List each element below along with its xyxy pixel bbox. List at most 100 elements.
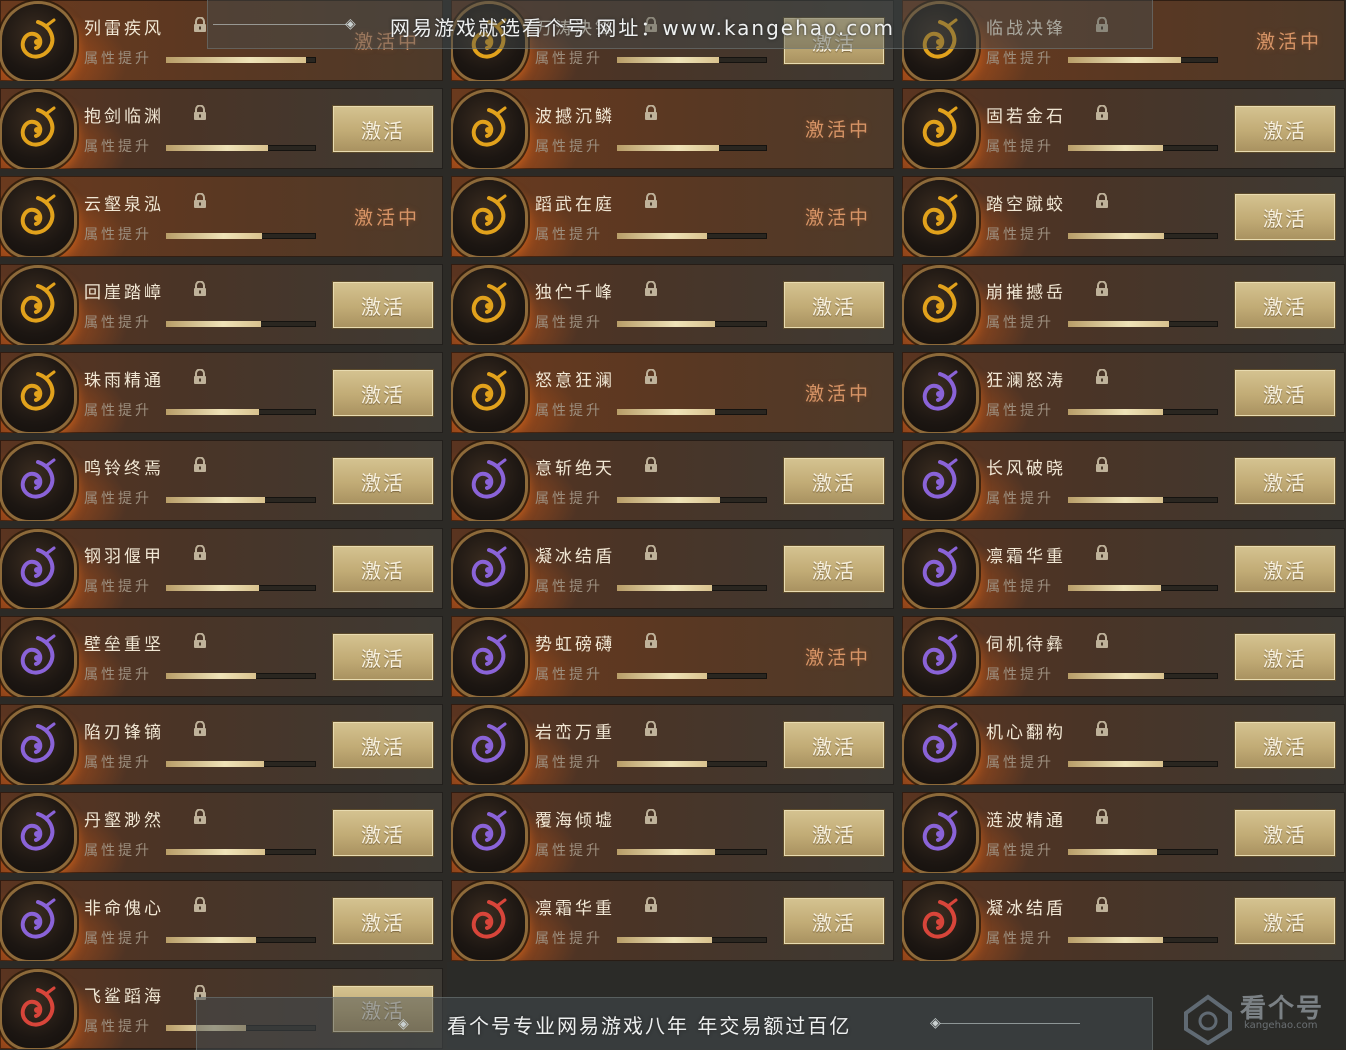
lock-icon[interactable]	[193, 544, 207, 561]
lock-icon[interactable]	[1095, 192, 1109, 209]
lock-icon[interactable]	[1095, 104, 1109, 121]
lock-icon[interactable]	[644, 456, 658, 473]
lock-icon[interactable]	[644, 192, 658, 209]
lock-icon[interactable]	[644, 632, 658, 649]
lock-icon[interactable]	[644, 544, 658, 561]
skill-card: 蹈武在庭 属性提升 激活中	[451, 176, 894, 257]
activate-button[interactable]: 激活	[333, 370, 433, 416]
activate-button[interactable]: 激活	[1235, 194, 1335, 240]
attribute-boost-label: 属性提升	[535, 315, 603, 331]
activate-button[interactable]: 激活	[1235, 898, 1335, 944]
attribute-boost-label: 属性提升	[535, 843, 603, 859]
activate-button[interactable]: 激活	[333, 546, 433, 592]
lock-icon[interactable]	[193, 456, 207, 473]
skill-emblem	[2, 708, 74, 784]
attribute-progress-fill	[1068, 585, 1161, 591]
skill-card: 涟波精通 属性提升 激活	[902, 792, 1345, 873]
activate-button[interactable]: 激活	[1235, 370, 1335, 416]
lock-icon[interactable]	[644, 280, 658, 297]
attribute-progress-fill	[617, 145, 719, 151]
lock-icon[interactable]	[193, 16, 207, 33]
activate-button[interactable]: 激活	[784, 722, 884, 768]
skill-emblem	[453, 884, 525, 960]
activate-button[interactable]: 激活	[1235, 810, 1335, 856]
activate-button[interactable]: 激活	[333, 106, 433, 152]
gold-ring-icon	[922, 282, 958, 323]
activate-button[interactable]: 激活	[333, 722, 433, 768]
activate-button[interactable]: 激活	[784, 810, 884, 856]
activate-button[interactable]: 激活	[784, 546, 884, 592]
lock-icon[interactable]	[1095, 632, 1109, 649]
attribute-progress-fill	[617, 321, 715, 327]
attribute-boost-label: 属性提升	[986, 579, 1054, 595]
attribute-progress-fill	[166, 321, 261, 327]
attribute-progress-fill	[617, 57, 719, 63]
watermark-ornament-icon: ◈	[930, 1015, 941, 1031]
attribute-boost-label: 属性提升	[84, 1019, 152, 1035]
skill-name: 丹壑渺然	[84, 811, 164, 831]
attribute-progress-bar	[166, 937, 316, 943]
skill-name: 凝冰结盾	[986, 899, 1066, 919]
gold-swirl-icon	[922, 106, 958, 147]
purple-drop-icon	[922, 810, 958, 851]
attribute-boost-label: 属性提升	[84, 579, 152, 595]
attribute-progress-fill	[166, 761, 264, 767]
lock-icon[interactable]	[193, 896, 207, 913]
attribute-progress-bar	[166, 761, 316, 767]
activate-button[interactable]: 激活	[333, 282, 433, 328]
lock-icon[interactable]	[1095, 368, 1109, 385]
lock-icon[interactable]	[644, 896, 658, 913]
attribute-boost-label: 属性提升	[535, 227, 603, 243]
skill-name: 意斩绝天	[535, 459, 615, 479]
skill-card: 云壑泉泓 属性提升 激活中	[0, 176, 443, 257]
lock-icon[interactable]	[1095, 720, 1109, 737]
lock-icon[interactable]	[193, 280, 207, 297]
skill-card: 机心翻构 属性提升 激活	[902, 704, 1345, 785]
lock-icon[interactable]	[644, 368, 658, 385]
activate-button[interactable]: 激活	[333, 898, 433, 944]
lock-icon[interactable]	[193, 808, 207, 825]
lock-icon[interactable]	[1095, 544, 1109, 561]
lock-icon[interactable]	[1095, 280, 1109, 297]
attribute-progress-fill	[1068, 233, 1164, 239]
attribute-progress-fill	[617, 233, 707, 239]
activate-button[interactable]: 激活	[333, 810, 433, 856]
gold-rune-icon	[20, 18, 56, 59]
skill-card: 势虹磅礴 属性提升 激活中	[451, 616, 894, 697]
lock-icon[interactable]	[1095, 896, 1109, 913]
skill-name: 狂澜怒涛	[986, 371, 1066, 391]
skill-name: 凛霜华重	[986, 547, 1066, 567]
lock-icon[interactable]	[1095, 456, 1109, 473]
lock-icon[interactable]	[193, 104, 207, 121]
activate-button[interactable]: 激活	[333, 458, 433, 504]
activate-button[interactable]: 激活	[1235, 722, 1335, 768]
skill-emblem	[453, 356, 525, 432]
lock-icon[interactable]	[644, 720, 658, 737]
attribute-boost-label: 属性提升	[535, 931, 603, 947]
skill-emblem	[904, 884, 976, 960]
lock-icon[interactable]	[193, 720, 207, 737]
skill-name: 珠雨精通	[84, 371, 164, 391]
skill-name: 固若金石	[986, 107, 1066, 127]
skill-card: 珠雨精通 属性提升 激活	[0, 352, 443, 433]
lock-icon[interactable]	[193, 192, 207, 209]
skill-name: 覆海倾墟	[535, 811, 615, 831]
attribute-progress-bar	[166, 497, 316, 503]
activate-button[interactable]: 激活	[1235, 282, 1335, 328]
lock-icon[interactable]	[644, 104, 658, 121]
activate-button[interactable]: 激活	[1235, 546, 1335, 592]
lock-icon[interactable]	[644, 808, 658, 825]
skill-name: 长风破晓	[986, 459, 1066, 479]
lock-icon[interactable]	[193, 632, 207, 649]
lock-icon[interactable]	[193, 368, 207, 385]
activate-button[interactable]: 激活	[1235, 634, 1335, 680]
watermark-divider	[940, 1023, 1080, 1024]
lock-icon[interactable]	[1095, 808, 1109, 825]
activate-button[interactable]: 激活	[784, 282, 884, 328]
skill-name: 回崖踏嶂	[84, 283, 164, 303]
activate-button[interactable]: 激活	[1235, 458, 1335, 504]
activate-button[interactable]: 激活	[784, 458, 884, 504]
activate-button[interactable]: 激活	[784, 898, 884, 944]
activate-button[interactable]: 激活	[1235, 106, 1335, 152]
activate-button[interactable]: 激活	[333, 634, 433, 680]
